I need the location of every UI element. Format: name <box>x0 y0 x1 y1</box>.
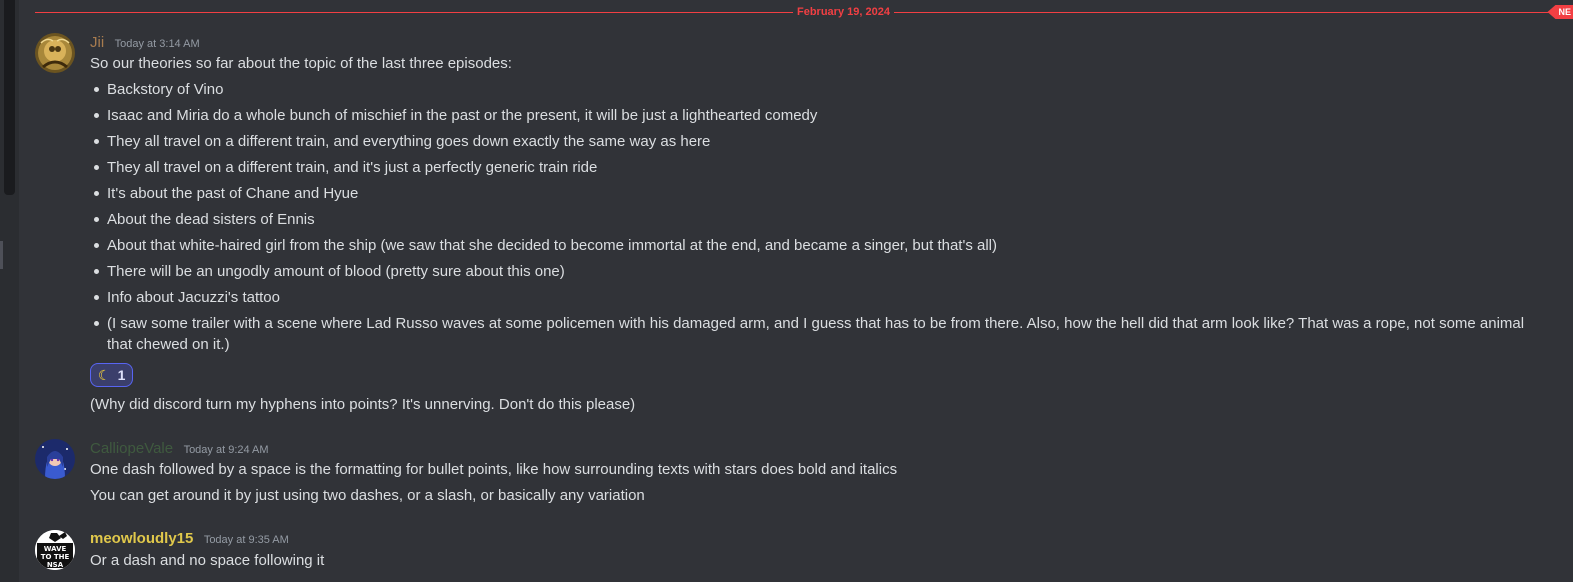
avatar-calliopevale[interactable] <box>35 439 75 479</box>
timestamp[interactable]: Today at 9:24 AM <box>184 444 269 456</box>
message-text: You can get around it by just using two … <box>90 487 645 504</box>
reaction-count: 1 <box>117 367 126 383</box>
new-messages-badge[interactable]: NE <box>1547 5 1573 19</box>
avatar-jii[interactable] <box>35 33 75 73</box>
message-header: meowloudly15 Today at 9:35 AM <box>90 530 289 548</box>
message-text: One dash followed by a space is the form… <box>90 461 898 478</box>
message-header: CalliopeVale Today at 9:24 AM <box>90 440 269 458</box>
list-item: It's about the past of Chane and Hyue <box>90 183 1547 204</box>
list-item: They all travel on a different train, an… <box>90 157 1547 178</box>
crescent-moon-icon: ☾ <box>98 367 111 383</box>
date-divider-label: February 19, 2024 <box>793 4 894 20</box>
list-item: Backstory of Vino <box>90 79 1547 100</box>
username[interactable]: CalliopeVale <box>90 440 173 457</box>
avatar-caption: WAVE TO THE NSA <box>40 545 70 569</box>
message-text: (Why did discord turn my hyphens into po… <box>90 396 636 413</box>
avatar-meowloudly15[interactable]: WAVE TO THE NSA <box>35 530 75 570</box>
gutter-marker <box>0 241 3 269</box>
username[interactable]: meowloudly15 <box>90 530 193 547</box>
list-item: Info about Jacuzzi's tattoo <box>90 287 1547 308</box>
list-item: They all travel on a different train, an… <box>90 131 1547 152</box>
left-gutter <box>0 0 19 582</box>
message-text: Or a dash and no space following it <box>90 552 325 569</box>
list-item: (I saw some trailer with a scene where L… <box>90 313 1547 355</box>
message-header: Jii Today at 3:14 AM <box>90 34 200 52</box>
bullet-list: Backstory of Vino Isaac and Miria do a w… <box>90 79 1547 360</box>
scrollbar-thumb[interactable] <box>4 0 15 195</box>
message-text: So our theories so far about the topic o… <box>90 55 512 72</box>
timestamp[interactable]: Today at 9:35 AM <box>204 534 289 546</box>
date-divider: February 19, 2024 NE <box>35 4 1573 20</box>
list-item: There will be an ungodly amount of blood… <box>90 261 1547 282</box>
timestamp[interactable]: Today at 3:14 AM <box>115 38 200 50</box>
list-item: Isaac and Miria do a whole bunch of misc… <box>90 105 1547 126</box>
username[interactable]: Jii <box>90 34 104 51</box>
list-item: About that white-haired girl from the sh… <box>90 235 1547 256</box>
list-item: About the dead sisters of Ennis <box>90 209 1547 230</box>
reaction-button[interactable]: ☾ 1 <box>90 363 134 387</box>
